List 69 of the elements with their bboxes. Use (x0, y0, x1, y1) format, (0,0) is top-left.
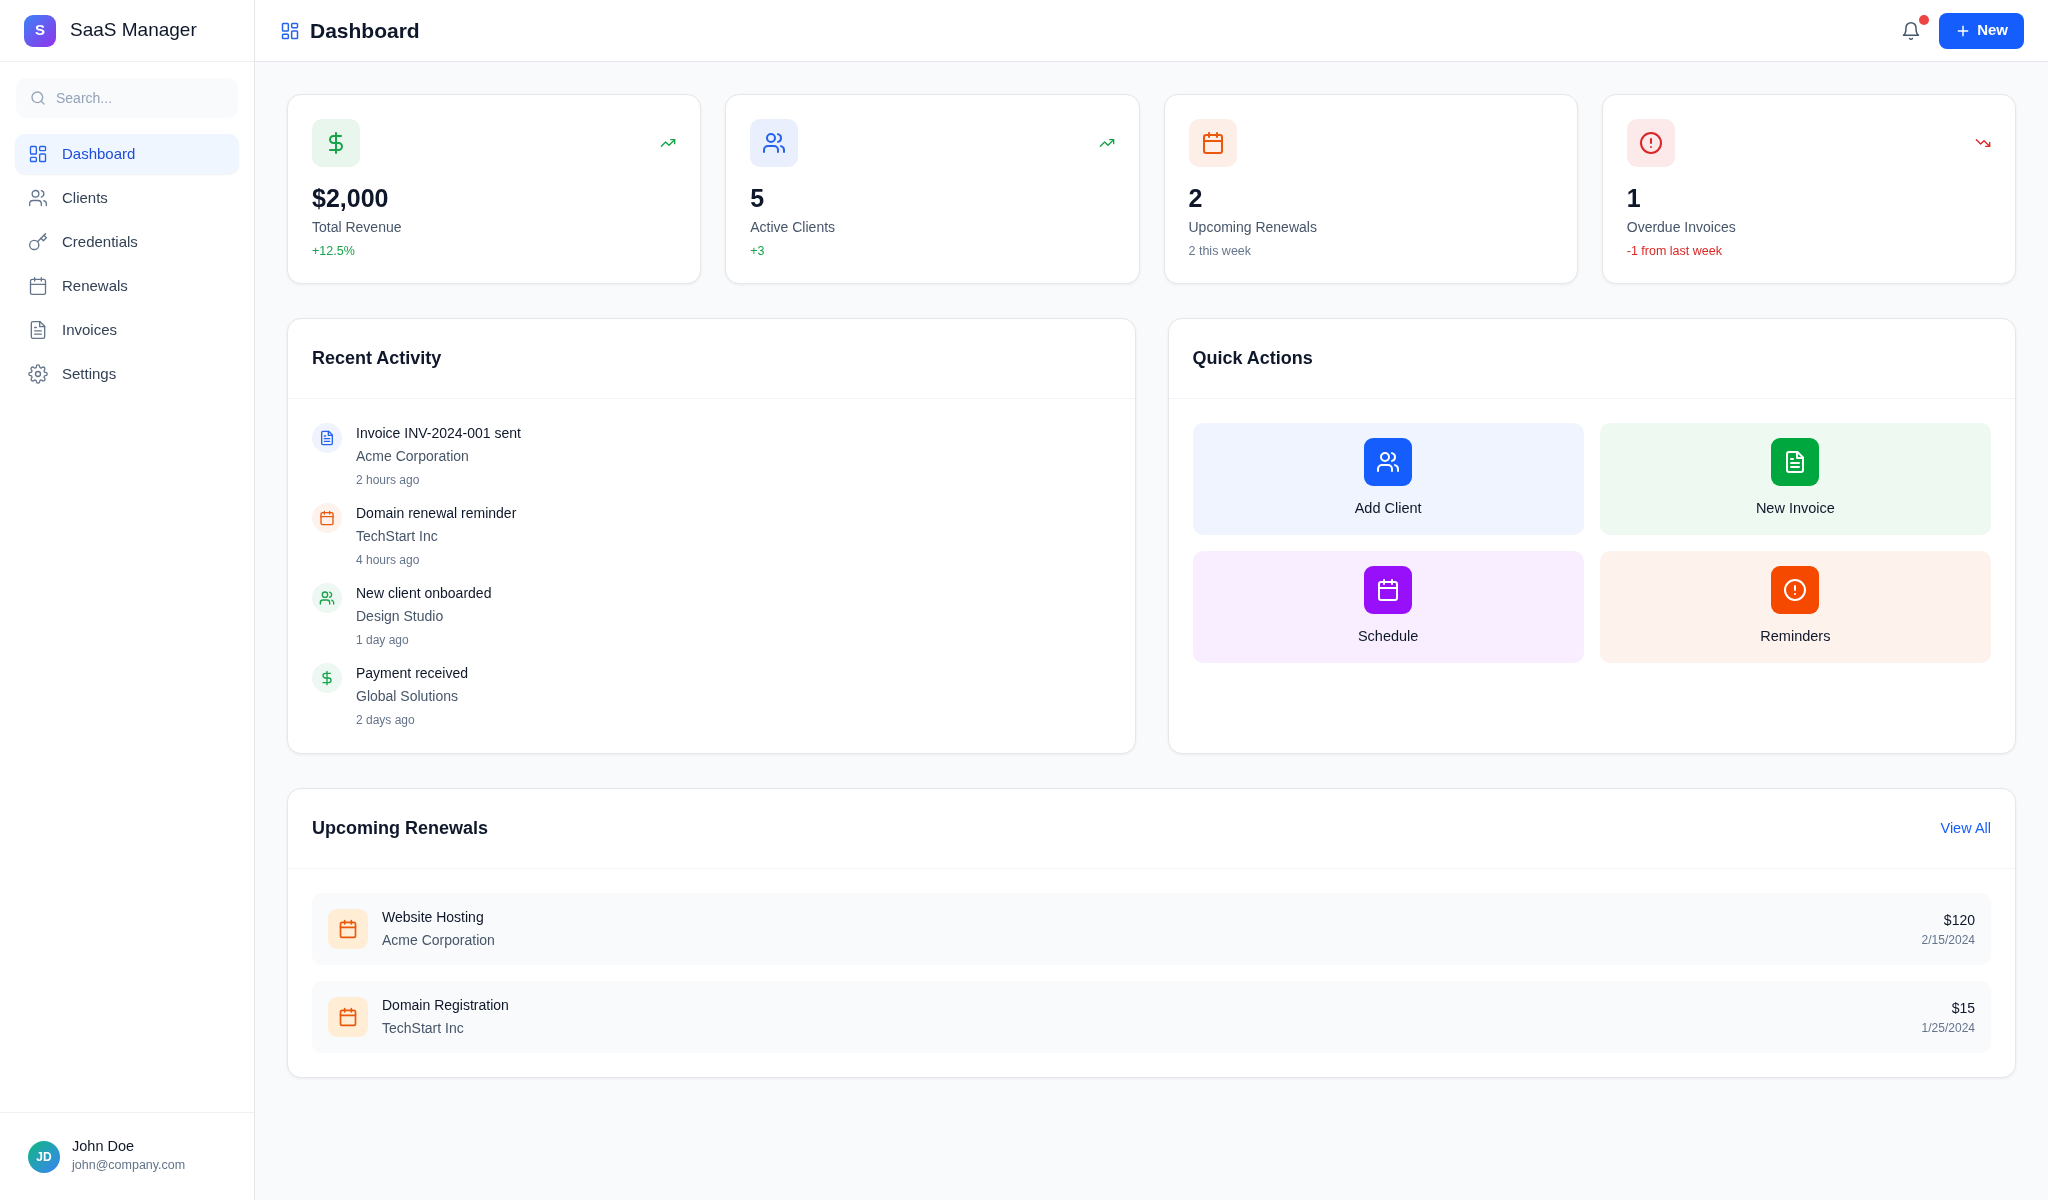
user-name: John Doe (72, 1138, 136, 1156)
sidebar-item[interactable]: Invoices (15, 310, 239, 350)
stat-change: +12.5% (312, 243, 356, 260)
sidebar-item[interactable]: Dashboard (15, 134, 239, 174)
activity-time: 4 hours ago (356, 552, 421, 569)
stat-label: Upcoming Renewals (1188, 218, 1318, 237)
stat-value: 2 (1188, 183, 1204, 213)
quick-action-button[interactable]: New Invoice (1599, 423, 1991, 535)
notifications-button[interactable] (1901, 20, 1922, 41)
stat-change: +3 (750, 243, 766, 260)
new-button[interactable]: New (1939, 12, 2024, 49)
renewal-amount: $120 (1942, 910, 1975, 930)
card-title: Recent Activity (288, 319, 1135, 399)
quick-action-button[interactable]: Schedule (1192, 551, 1584, 663)
page-title: Dashboard (310, 17, 420, 44)
activity-time: 2 hours ago (356, 472, 421, 489)
settings-icon (28, 364, 48, 384)
activity-client: Global Solutions (356, 687, 459, 706)
stat-label: Total Revenue (312, 218, 403, 237)
activity-time: 1 day ago (356, 632, 410, 649)
stat-change: 2 this week (1188, 243, 1253, 260)
alert-icon (1783, 578, 1808, 603)
activity-title: New client onboarded (356, 584, 492, 603)
stat-value: 5 (750, 183, 766, 213)
renewal-client: TechStart Inc (382, 1019, 465, 1038)
sidebar-item[interactable]: Clients (15, 178, 239, 218)
calendar-icon (28, 276, 48, 296)
sidebar-item[interactable]: Credentials (15, 222, 239, 262)
renewal-amount: $15 (1950, 998, 1975, 1018)
view-all-link[interactable]: View All (1940, 817, 1991, 840)
avatar: JD (28, 1140, 60, 1173)
renewal-name: Domain Registration (382, 996, 509, 1015)
grid-icon (280, 20, 300, 41)
app-logo: S (24, 14, 56, 47)
calendar-icon (338, 1007, 358, 1027)
stat-change: -1 from last week (1626, 243, 1723, 260)
sidebar-item[interactable]: Settings (15, 354, 239, 394)
stat-value: $2,000 (312, 183, 390, 213)
calendar-icon (338, 919, 358, 939)
activity-client: TechStart Inc (356, 527, 439, 546)
renewal-date: 2/15/2024 (1921, 931, 1975, 949)
card-title: Upcoming Renewals (312, 817, 489, 840)
activity-client: Design Studio (356, 607, 445, 626)
activity-time: 2 days ago (356, 712, 416, 729)
user-email: john@company.com (72, 1156, 186, 1174)
quick-action-button[interactable]: Add Client (1192, 423, 1584, 535)
activity-client: Acme Corporation (356, 447, 470, 466)
renewal-client: Acme Corporation (382, 931, 495, 950)
grid-icon (28, 144, 48, 164)
quick-action-button[interactable]: Reminders (1599, 551, 1991, 663)
activity-title: Domain renewal reminder (356, 504, 517, 523)
card-title: Quick Actions (1168, 319, 2015, 399)
stat-value: 1 (1626, 183, 1642, 213)
calendar-icon (1376, 578, 1401, 603)
people-icon (28, 188, 48, 208)
stat-label: Active Clients (750, 218, 837, 237)
document-icon (28, 320, 48, 340)
search-field[interactable]: Search... (16, 78, 238, 118)
bell-icon (1901, 20, 1922, 41)
activity-title: Invoice INV-2024-001 sent (356, 424, 521, 443)
renewal-name: Website Hosting (382, 908, 485, 927)
people-icon (1376, 450, 1401, 475)
stat-label: Overdue Invoices (1626, 218, 1737, 237)
app-name: SaaS Manager (70, 18, 197, 43)
search-icon (30, 90, 46, 106)
activity-title: Payment received (356, 664, 469, 683)
sidebar-item[interactable]: Renewals (15, 266, 239, 306)
key-icon (28, 232, 48, 252)
renewal-date: 1/25/2024 (1921, 1019, 1975, 1037)
